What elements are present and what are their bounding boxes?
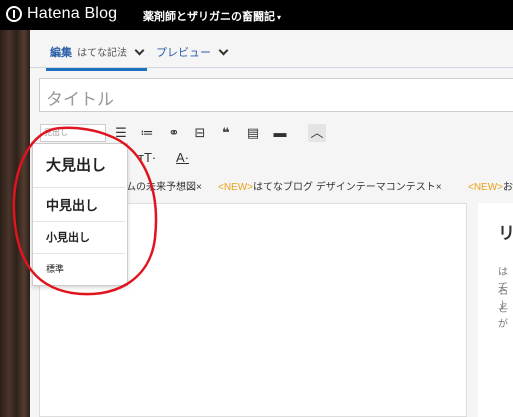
blog-selector[interactable]: 薬剤師とザリガニの畜闘記 ▾ (143, 8, 281, 24)
blog-name: 薬剤師とザリガニの畜闘記 (143, 11, 275, 23)
chevron-down-icon (218, 45, 229, 56)
page-break-icon[interactable]: ⊟ (191, 124, 209, 142)
font-color-button[interactable]: A· (176, 150, 189, 168)
new-badge: <NEW> (468, 182, 504, 193)
logo-text[interactable]: Hatena Blog (27, 5, 117, 23)
side-panel-text: とが (498, 304, 508, 330)
font-size-button[interactable]: тT· (138, 150, 156, 168)
title-input[interactable]: タイトル (39, 78, 513, 112)
blog-caret-icon: ▾ (277, 13, 282, 22)
collapse-icon[interactable]: ︿ (308, 124, 326, 142)
tab-preview[interactable]: プレビュー (156, 44, 229, 68)
heading-option-large[interactable]: 大見出し (33, 144, 125, 188)
tag-item[interactable]: <NEW>はてなブログ デザインテーマコンテスト× (218, 178, 442, 193)
chevron-down-icon (134, 45, 145, 56)
edit-mode-label: 編集 (50, 47, 72, 59)
new-badge: <NEW> (218, 182, 254, 193)
heading-option-medium[interactable]: 中見出し (33, 189, 125, 222)
table-icon[interactable]: ▤ (244, 124, 262, 142)
hatena-logo-icon[interactable] (6, 6, 22, 22)
more-icon[interactable]: ▬ (271, 124, 289, 142)
link-icon[interactable]: ⚭ (165, 124, 183, 142)
bullet-list-icon[interactable]: ☰ (112, 124, 130, 142)
tag-label: はてなブログ デザインテーマコンテスト (253, 182, 436, 193)
tag-label: ムの未来予想図 (126, 182, 196, 193)
tag-label: お (503, 182, 513, 193)
heading-dropdown: 大見出し 中見出し 小見出し 標準 (32, 143, 128, 286)
preview-label: プレビュー (156, 47, 211, 59)
tag-item[interactable]: <NEW>お (468, 178, 513, 193)
quote-icon[interactable]: ❝ (217, 124, 235, 142)
tab-divider (30, 67, 513, 68)
close-icon[interactable]: × (196, 182, 202, 193)
tag-item[interactable]: ムの未来予想図× (126, 178, 202, 193)
edit-syntax-label: はてな記法 (77, 48, 128, 59)
background-wood (0, 30, 30, 417)
heading-option-small[interactable]: 小見出し (33, 223, 125, 254)
side-panel-title: リ (498, 224, 513, 243)
numbered-list-icon[interactable]: ≔ (138, 124, 156, 142)
side-panel: リ はて 右上 とが (478, 203, 513, 417)
close-icon[interactable]: × (436, 182, 442, 193)
heading-option-normal[interactable]: 標準 (33, 255, 125, 284)
top-bar: Hatena Blog 薬剤師とザリガニの畜闘記 ▾ (0, 0, 513, 30)
heading-select[interactable]: 見出し (40, 124, 106, 142)
